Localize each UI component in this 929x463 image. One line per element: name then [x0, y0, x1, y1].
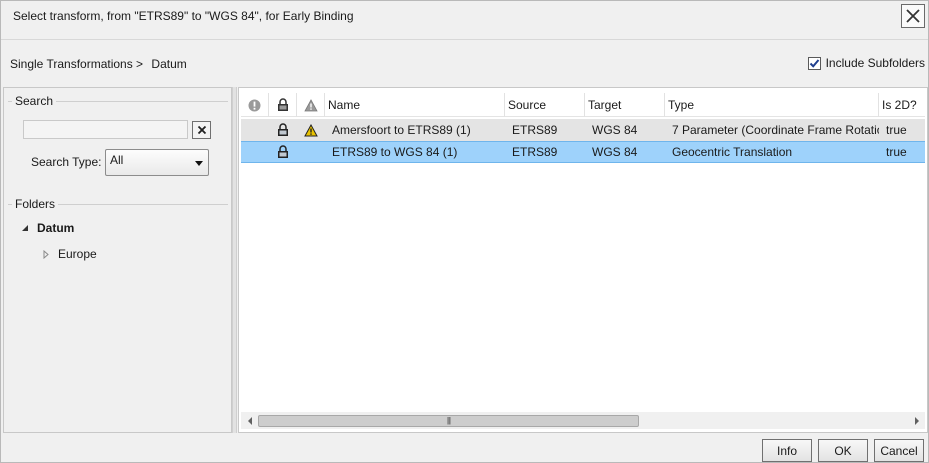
column-header-is2d[interactable]: Is 2D?	[879, 93, 925, 117]
row-type: 7 Parameter (Coordinate Frame Rotation)	[672, 123, 879, 137]
row-is2d: true	[886, 145, 907, 159]
row-name: ETRS89 to WGS 84 (1)	[332, 145, 458, 159]
warning-icon	[303, 98, 318, 111]
row-name: Amersfoort to ETRS89 (1)	[332, 123, 471, 137]
scroll-left-button[interactable]	[241, 412, 258, 429]
include-subfolders[interactable]: Include Subfolders	[807, 56, 925, 70]
column-header-name[interactable]: Name	[325, 93, 505, 117]
column-header-type[interactable]: Type	[665, 93, 879, 117]
column-header-target[interactable]: Target	[585, 93, 665, 117]
include-subfolders-checkbox[interactable]	[807, 56, 821, 70]
expanded-triangle-icon[interactable]	[21, 224, 29, 232]
tree-node-datum[interactable]: Datum	[21, 221, 74, 235]
collapsed-triangle-icon[interactable]	[42, 249, 50, 259]
row-source: ETRS89	[512, 123, 558, 137]
column-header-info[interactable]	[241, 93, 269, 117]
breadcrumb-item-single-transformations[interactable]: Single Transformations >	[10, 57, 143, 71]
grip-icon: |||	[446, 416, 451, 425]
close-button[interactable]	[901, 4, 925, 28]
scroll-right-button[interactable]	[908, 412, 925, 429]
row-warning-cell	[297, 119, 325, 141]
tree-node-datum-label: Datum	[37, 221, 75, 235]
breadcrumb: Single Transformations > Datum	[10, 57, 192, 71]
row-target: WGS 84	[592, 123, 638, 137]
window-title: Select transform, from "ETRS89" to "WGS …	[13, 9, 354, 23]
lock-icon	[278, 123, 288, 136]
search-type-label: Search Type:	[31, 155, 102, 169]
panel-splitter[interactable]	[232, 87, 237, 433]
scroll-right-icon	[914, 416, 919, 425]
row-lock-cell	[269, 119, 297, 141]
breadcrumb-item-datum[interactable]: Datum	[151, 57, 186, 71]
transform-grid: Name Source Target Type Is 2D? Amersfoor…	[238, 87, 928, 433]
include-subfolders-label: Include Subfolders	[825, 56, 925, 70]
grid-header: Name Source Target Type Is 2D?	[241, 93, 925, 117]
lock-icon	[277, 98, 288, 111]
lock-icon	[278, 145, 288, 158]
clear-icon	[197, 125, 206, 135]
row-lock-cell	[269, 142, 297, 162]
search-group-title: Search	[12, 94, 57, 108]
column-header-source[interactable]: Source	[505, 93, 585, 117]
warning-icon	[304, 123, 318, 136]
chevron-down-icon	[195, 161, 203, 166]
dialog-window: Select transform, from "ETRS89" to "WGS …	[0, 0, 929, 463]
checkmark-icon	[809, 58, 819, 68]
tree-node-europe-label: Europe	[58, 247, 97, 261]
title-bar: Select transform, from "ETRS89" to "WGS …	[1, 1, 928, 31]
tree-node-europe[interactable]: Europe	[42, 247, 97, 261]
row-source: ETRS89	[512, 145, 558, 159]
search-type-select[interactable]: All	[105, 149, 209, 176]
clear-search-button[interactable]	[192, 121, 211, 139]
row-target: WGS 84	[592, 145, 638, 159]
column-header-warning[interactable]	[297, 93, 325, 117]
ok-button[interactable]: OK	[818, 439, 868, 462]
row-type: Geocentric Translation	[672, 145, 793, 159]
title-separator	[1, 39, 928, 40]
row-is2d: true	[886, 123, 907, 137]
scroll-left-icon	[247, 416, 252, 425]
info-button[interactable]: Info	[762, 439, 812, 462]
close-icon	[906, 9, 920, 23]
table-row[interactable]: Amersfoort to ETRS89 (1) ETRS89 WGS 84 7…	[241, 119, 925, 141]
search-input[interactable]	[23, 120, 188, 139]
scrollbar-thumb[interactable]: |||	[258, 415, 639, 427]
table-row-selected[interactable]: ETRS89 to WGS 84 (1) ETRS89 WGS 84 Geoce…	[241, 141, 925, 163]
cancel-button[interactable]: Cancel	[874, 439, 924, 462]
info-icon	[248, 99, 261, 111]
search-type-value: All	[110, 153, 124, 167]
folders-group-title: Folders	[12, 197, 59, 211]
horizontal-scrollbar[interactable]: |||	[241, 412, 925, 429]
left-panel: Search Search Type: All Folders Datum Eu…	[3, 87, 232, 433]
column-header-lock[interactable]	[269, 93, 297, 117]
